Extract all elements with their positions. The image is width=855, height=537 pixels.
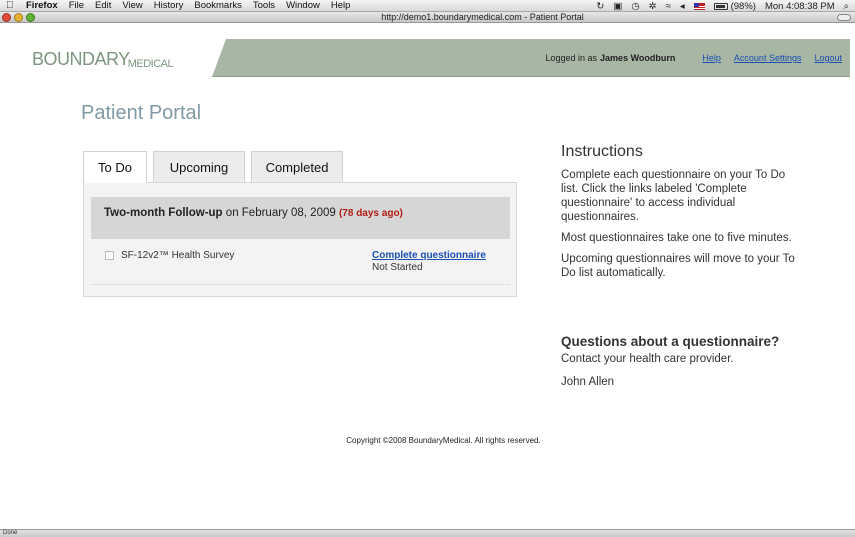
page-title: Patient Portal <box>81 102 202 124</box>
menu-tools[interactable]: Tools <box>253 0 275 11</box>
menu-app-firefox[interactable]: Firefox <box>26 0 58 11</box>
tab-upcoming[interactable]: Upcoming <box>153 151 245 182</box>
window-title: http://demo1.boundarymedical.com - Patie… <box>381 12 584 22</box>
browser-statusbar: Done <box>0 529 855 537</box>
help-link[interactable]: Help <box>702 53 721 63</box>
questionnaire-tabs: To Do Upcoming Completed <box>83 151 349 183</box>
wifi-icon[interactable]: ≈ <box>666 1 671 12</box>
sync-icon[interactable]: ↻ <box>596 1 604 12</box>
volume-icon[interactable]: ◂ <box>680 1 685 12</box>
account-bar: Logged in as James Woodburn Help Account… <box>546 39 843 77</box>
site-header: BOUNDARYMEDICAL Logged in as James Woodb… <box>20 39 850 77</box>
bluetooth-icon[interactable]: ✲ <box>649 1 657 12</box>
tab-to-do[interactable]: To Do <box>83 151 147 183</box>
boundary-medical-logo[interactable]: BOUNDARYMEDICAL <box>32 49 174 70</box>
logged-in-label: Logged in as <box>545 53 598 63</box>
menu-history[interactable]: History <box>154 0 184 11</box>
menu-help[interactable]: Help <box>331 0 351 11</box>
instructions-paragraph-3: Upcoming questionnaires will move to you… <box>561 253 795 279</box>
logout-link[interactable]: Logout <box>814 53 842 63</box>
battery-icon[interactable] <box>713 2 728 10</box>
apple-icon[interactable]:  <box>6 0 18 11</box>
group-days-ago: (78 days ago) <box>338 208 403 219</box>
group-date: on February 08, 2009 <box>225 207 336 219</box>
menubar-clock[interactable]: Mon 4:08:38 PM <box>765 1 835 12</box>
menu-view[interactable]: View <box>122 0 142 11</box>
user-name: James Woodburn <box>600 53 676 63</box>
instructions-paragraph-2: Most questionnaires take one to five min… <box>561 232 792 244</box>
complete-questionnaire-link[interactable]: Complete questionnaire <box>372 250 486 261</box>
questionnaire-name: SF-12v2™ Health Survey <box>121 250 235 261</box>
battery-percent: (98%) <box>730 0 756 12</box>
logo-main-text: BOUNDARY <box>32 49 130 69</box>
to-do-panel: Two-month Follow-up on February 08, 2009… <box>83 182 517 297</box>
window-titlebar: http://demo1.boundarymedical.com - Patie… <box>0 12 855 23</box>
input-flag-icon[interactable] <box>693 2 705 10</box>
account-settings-link[interactable]: Account Settings <box>734 53 802 63</box>
spotlight-icon[interactable]: ⌕ <box>844 1 849 12</box>
display-icon[interactable]: ▣ <box>613 1 622 12</box>
menu-file[interactable]: File <box>69 0 84 11</box>
logo-sub-text: MEDICAL <box>127 58 174 70</box>
menubar-extras: ↻ ▣ ◷ ✲ ≈ ◂ (98%) Mon 4:08:38 PM ⌕ <box>587 0 849 12</box>
instructions-heading: Instructions <box>561 143 643 160</box>
tab-completed[interactable]: Completed <box>251 151 343 182</box>
instructions-section: Instructions Complete each questionnaire… <box>561 143 801 287</box>
questionnaire-group-header: Two-month Follow-up on February 08, 2009… <box>91 197 510 239</box>
toolbar-toggle-button[interactable] <box>837 14 851 21</box>
questions-heading: Questions about a questionnaire? <box>561 334 780 349</box>
time-machine-icon[interactable]: ◷ <box>631 1 639 12</box>
status-text: Done <box>3 530 18 536</box>
copyright-text: Copyright ©2008 BoundaryMedical. All rig… <box>346 436 541 445</box>
questionnaire-status: Not Started <box>372 262 423 273</box>
questions-section: Questions about a questionnaire? Contact… <box>561 334 801 398</box>
questionnaire-checkbox[interactable] <box>105 251 114 260</box>
provider-name: John Allen <box>561 376 615 388</box>
group-name: Two-month Follow-up <box>104 207 223 219</box>
logo-area: BOUNDARYMEDICAL <box>20 39 226 77</box>
menu-window[interactable]: Window <box>286 0 320 11</box>
questions-contact-text: Contact your health care provider. <box>561 353 734 365</box>
instructions-paragraph-1: Complete each questionnaire on your To D… <box>561 169 786 223</box>
list-item: SF-12v2™ Health Survey Complete question… <box>91 243 510 285</box>
menu-edit[interactable]: Edit <box>95 0 111 11</box>
menu-bookmarks[interactable]: Bookmarks <box>194 0 242 11</box>
mac-menubar:  Firefox File Edit View History Bookmar… <box>0 0 855 12</box>
